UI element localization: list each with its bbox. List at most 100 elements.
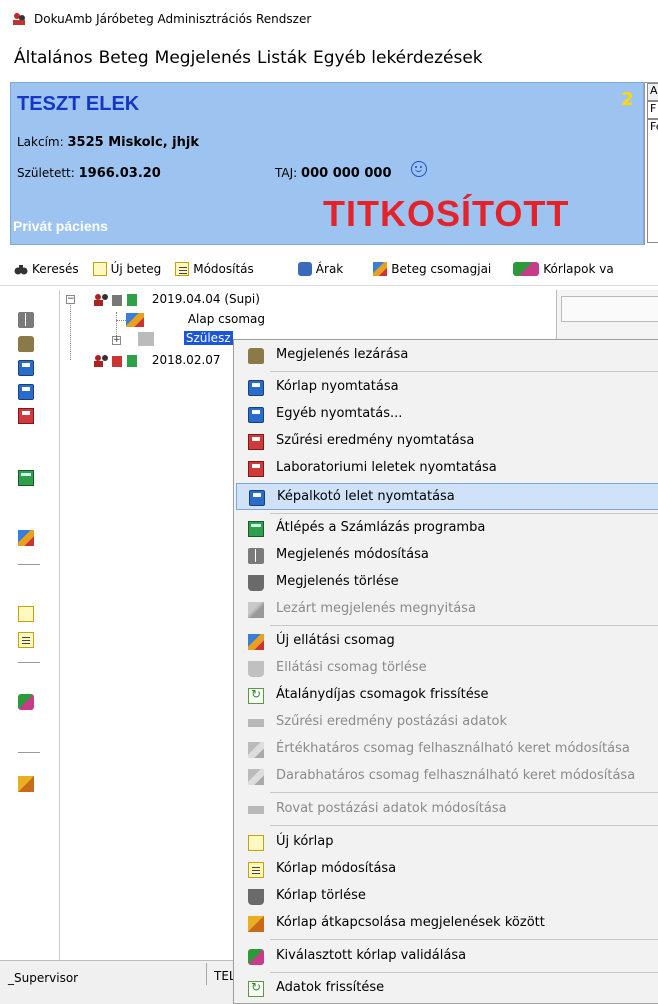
blank-icon	[248, 719, 264, 727]
refresh-icon	[248, 980, 264, 997]
address-row: Lakcím: 3525 Miskolc, jhjk	[17, 135, 199, 150]
new-patient-button[interactable]: Új beteg	[92, 261, 161, 276]
validate-icon[interactable]	[18, 694, 34, 710]
printer-icon[interactable]	[18, 384, 34, 400]
prices-button[interactable]: Árak	[297, 261, 344, 276]
expand-toggle[interactable]: +	[112, 336, 121, 345]
collapse-toggle[interactable]: −	[66, 295, 75, 304]
menu-item-label: Megjelenés törlése	[276, 574, 399, 589]
package-icon	[248, 742, 264, 758]
left-action-column	[0, 290, 60, 960]
menu-item-switch-chart[interactable]: Kórlap átkapcsolása megjelenések között	[236, 910, 658, 937]
menu-item-label: Értékhatáros csomag felhasználható keret…	[276, 741, 630, 756]
menu-item-value-limit: Értékhatáros csomag felhasználható keret…	[236, 736, 658, 763]
birth-row: Született: 1966.03.20	[17, 166, 161, 181]
menu-separator	[270, 792, 658, 793]
menu-item-new-package[interactable]: Új ellátási csomag	[236, 628, 658, 655]
side-tab-f[interactable]: F	[647, 101, 658, 119]
menu-item-count-limit: Darabhatáros csomag felhasználható keret…	[236, 763, 658, 790]
hammer-icon	[248, 602, 264, 618]
smiley-icon[interactable]	[411, 161, 427, 177]
calculator-icon[interactable]	[18, 470, 34, 486]
base-package-label: Alap csomag	[187, 312, 266, 326]
menu-item-new-chart[interactable]: Új kórlap	[236, 829, 658, 856]
taj-value: 000 000 000	[301, 166, 392, 181]
menu-item-print-lab[interactable]: Laboratoriumi leletek nyomtatása	[236, 455, 658, 482]
menu-item-billing[interactable]: Átlépés a Számlázás programba	[236, 515, 658, 542]
menu-item-other-print[interactable]: Egyéb nyomtatás...	[236, 401, 658, 428]
menu-item-edit-visit[interactable]: Megjelenés módosítása	[236, 542, 658, 569]
menu-separator	[270, 825, 658, 826]
edit-document-icon[interactable]	[18, 632, 34, 648]
switch-icon[interactable]	[18, 776, 34, 792]
menu-other-queries[interactable]: Egyéb lekérdezések	[313, 46, 483, 70]
menu-item-print-screening[interactable]: Szűrési eredmény nyomtatása	[236, 428, 658, 455]
tree-visit-2[interactable]: 2018.02.07	[92, 353, 221, 368]
counter-badge: 2	[621, 89, 634, 110]
menu-item-delete-chart[interactable]: Kórlap törlése	[236, 883, 658, 910]
side-tab-fe[interactable]: Fe	[647, 119, 658, 243]
birth-value: 1966.03.20	[78, 166, 161, 181]
menu-separator	[270, 371, 658, 372]
binoculars-icon	[14, 262, 28, 276]
address-value: 3525 Miskolc, jhjk	[67, 135, 199, 150]
menu-item-section-mail: Rovat postázási adatok módosítása	[236, 796, 658, 823]
edit-document-icon	[175, 261, 190, 276]
search-button[interactable]: Keresés	[14, 262, 79, 276]
menu-item-label: Megjelenés módosítása	[276, 547, 429, 562]
patient-packages-label: Beteg csomagjai	[391, 261, 492, 276]
new-document-icon[interactable]	[18, 606, 34, 622]
lock-icon[interactable]	[18, 336, 34, 352]
status-divider	[206, 963, 207, 985]
menu-lists[interactable]: Listák	[257, 46, 307, 70]
charts-icon	[513, 261, 540, 276]
tree-visit-1[interactable]: 2019.04.04 (Supi)	[92, 292, 260, 307]
menu-item-print-imaging[interactable]: Képalkotó lelet nyomtatása	[236, 483, 658, 510]
printer-icon[interactable]	[18, 360, 34, 376]
menu-item-print-chart[interactable]: Kórlap nyomtatása	[236, 374, 658, 401]
menu-item-label: Rovat postázási adatok módosítása	[276, 801, 507, 816]
edit-document-icon	[248, 862, 264, 878]
prices-label: Árak	[315, 261, 344, 276]
visit-1-label: 2019.04.04 (Supi)	[151, 292, 260, 306]
switch-icon	[248, 916, 264, 932]
charts-button[interactable]: Kórlapok va	[513, 261, 614, 276]
right-panel-header	[561, 296, 658, 322]
lock-icon	[248, 348, 264, 364]
menu-item-refresh-data[interactable]: Adatok frissítése	[236, 975, 658, 1002]
separator	[18, 564, 40, 565]
patient-packages-button[interactable]: Beteg csomagjai	[373, 261, 492, 276]
window-title: DokuAmb Járóbeteg Adminisztrációs Rendsz…	[34, 12, 312, 26]
modify-button[interactable]: Módosítás	[175, 261, 254, 276]
side-tab-a[interactable]: A	[647, 83, 658, 101]
menu-item-label: Ellátási csomag törlése	[276, 660, 427, 675]
tree-selected-item[interactable]: Szülesz	[138, 331, 233, 346]
menu-item-label: Laboratoriumi leletek nyomtatása	[276, 460, 497, 475]
package-icon	[373, 261, 388, 276]
title-bar: DokuAmb Járóbeteg Adminisztrációs Rendsz…	[0, 0, 658, 38]
modify-label: Módosítás	[193, 261, 254, 276]
menu-item-label: Megjelenés lezárása	[276, 347, 409, 362]
menu-item-edit-chart[interactable]: Kórlap módosítása	[236, 856, 658, 883]
menu-item-reopen-visit: Lezárt megjelenés megnyitása	[236, 596, 658, 623]
printer-red-icon[interactable]	[18, 408, 34, 424]
menu-separator	[270, 625, 658, 626]
menu-general[interactable]: Általános	[14, 46, 93, 70]
menu-item-delete-visit[interactable]: Megjelenés törlése	[236, 569, 658, 596]
menu-item-label: Szűrési eredmény postázási adatok	[276, 714, 508, 729]
tree-connector	[70, 305, 71, 360]
tree-base-package[interactable]: Alap csomag	[126, 312, 265, 327]
menu-visit[interactable]: Megjelenés	[155, 46, 251, 70]
menu-item-label: Átalánydíjas csomagok frissítése	[276, 687, 489, 702]
menu-item-close-visit[interactable]: Megjelenés lezárása	[236, 342, 658, 369]
menu-item-screening-mail: Szűrési eredmény postázási adatok	[236, 709, 658, 736]
menu-item-refresh-flat-packages[interactable]: Átalánydíjas csomagok frissítése	[236, 682, 658, 709]
menu-item-validate-chart[interactable]: Kiválasztott kórlap validálása	[236, 943, 658, 970]
menu-patient[interactable]: Beteg	[99, 46, 149, 70]
taj-label: TAJ:	[275, 166, 298, 180]
package-icon	[248, 634, 264, 650]
selected-item-label: Szülesz	[183, 331, 233, 345]
package-icon[interactable]	[18, 530, 34, 546]
book-icon[interactable]	[18, 312, 34, 328]
patient-name: TESZT ELEK	[17, 93, 140, 115]
